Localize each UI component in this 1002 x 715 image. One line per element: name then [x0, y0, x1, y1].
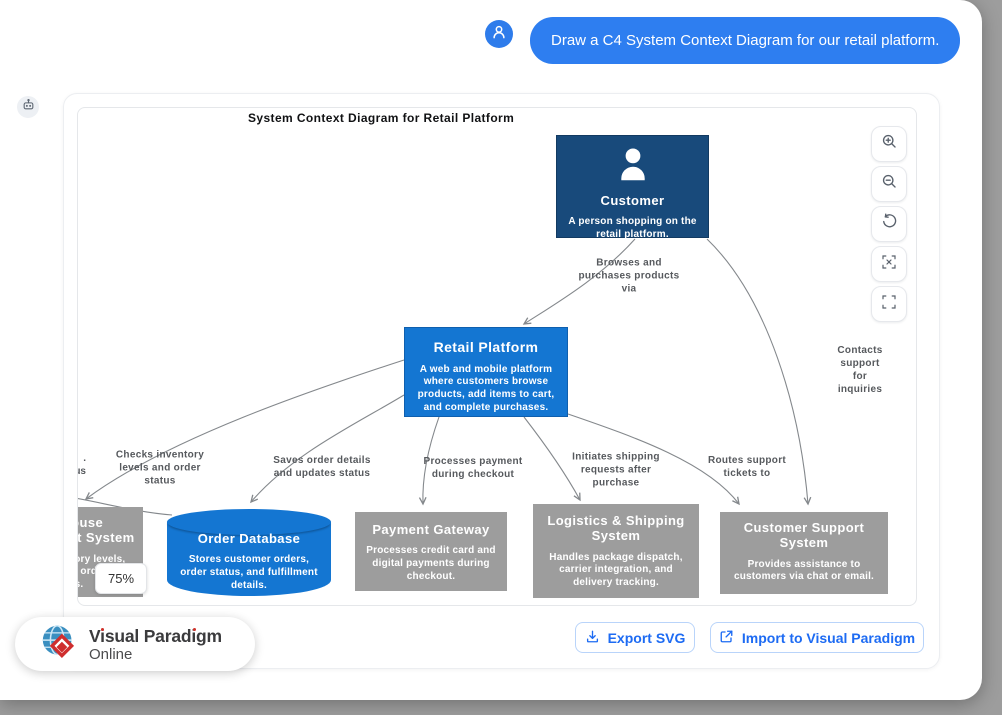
- node-customer[interactable]: Customer A person shopping on the retail…: [556, 135, 709, 238]
- node-title: Warehouse Management System: [77, 515, 137, 546]
- node-customer-support[interactable]: Customer Support System Provides assista…: [720, 512, 888, 594]
- node-description: A web and mobile platform where customer…: [411, 364, 561, 415]
- logo-i-dot: [101, 628, 104, 631]
- zoom-out-icon: [881, 173, 898, 195]
- node-title: Customer Support System: [726, 520, 882, 551]
- edge-label-routes: Routes support tickets to: [708, 454, 786, 480]
- visual-paradigm-logo[interactable]: Visual Paradigm Online: [15, 617, 255, 671]
- person-icon: [563, 146, 702, 187]
- node-title: Retail Platform: [411, 339, 561, 356]
- node-logistics-shipping[interactable]: Logistics & Shipping System Handles pack…: [533, 504, 699, 598]
- zoom-in-icon: [881, 133, 898, 155]
- export-svg-button[interactable]: Export SVG: [575, 622, 695, 653]
- bot-avatar: [17, 96, 39, 118]
- app-window: Draw a C4 System Context Diagram for our…: [0, 0, 982, 700]
- import-to-vp-label: Import to Visual Paradigm: [742, 630, 915, 646]
- edge-label-initiates: Initiates shipping requests after purcha…: [572, 451, 660, 490]
- brand-subname: Online: [89, 646, 222, 663]
- node-title: Payment Gateway: [361, 522, 501, 537]
- edge-label-processes: Processes payment during checkout: [423, 455, 522, 481]
- download-icon: [585, 629, 600, 647]
- expand-button[interactable]: [871, 246, 907, 282]
- globe-logo-icon: [39, 621, 81, 668]
- app-root: Draw a C4 System Context Diagram for our…: [0, 0, 1002, 715]
- fit-screen-button[interactable]: [871, 286, 907, 322]
- node-description: A person shopping on the retail platform…: [563, 216, 702, 242]
- edge-label-clipped: . us: [77, 452, 86, 478]
- node-description: Handles package dispatch, carrier integr…: [539, 552, 693, 590]
- edge-label-browses: Browses and purchases products via: [579, 257, 680, 296]
- user-icon: [490, 23, 508, 46]
- node-title: Logistics & Shipping System: [539, 513, 693, 544]
- fit-screen-icon: [881, 294, 897, 315]
- node-description: Stores customer orders, order status, an…: [167, 554, 331, 592]
- node-description: Processes credit card and digital paymen…: [361, 545, 501, 583]
- reset-rotate-icon: [881, 213, 898, 235]
- edge-label-saves: Saves order details and updates status: [273, 454, 370, 480]
- expand-arrows-icon: [881, 254, 897, 275]
- node-order-database[interactable]: Order Database Stores customer orders, o…: [167, 509, 331, 596]
- user-chat-message: Draw a C4 System Context Diagram for our…: [530, 17, 960, 64]
- edge-label-checks: Checks inventory levels and order status: [116, 449, 204, 488]
- reset-view-button[interactable]: [871, 206, 907, 242]
- zoom-in-button[interactable]: [871, 126, 907, 162]
- import-to-vp-button[interactable]: Import to Visual Paradigm: [710, 622, 924, 653]
- external-link-icon: [719, 629, 734, 647]
- edge-retail-orderdb: [251, 395, 404, 502]
- zoom-level-badge: 75%: [95, 563, 147, 594]
- user-avatar: [485, 20, 513, 48]
- robot-icon: [22, 98, 35, 116]
- brand-name: Visual Paradigm: [89, 626, 222, 647]
- zoom-out-button[interactable]: [871, 166, 907, 202]
- node-payment-gateway[interactable]: Payment Gateway Processes credit card an…: [355, 512, 507, 591]
- node-retail-platform[interactable]: Retail Platform A web and mobile platfor…: [404, 327, 568, 417]
- node-description: Provides assistance to customers via cha…: [726, 559, 882, 585]
- node-title: Customer: [563, 193, 702, 208]
- logo-i-dot: [193, 628, 196, 631]
- node-title: Order Database: [167, 531, 331, 546]
- export-svg-label: Export SVG: [608, 630, 686, 646]
- edge-label-contacts: Contacts support for inquiries: [832, 344, 888, 396]
- diagram-canvas[interactable]: System Context Diagram for Retail Platfo…: [77, 107, 917, 606]
